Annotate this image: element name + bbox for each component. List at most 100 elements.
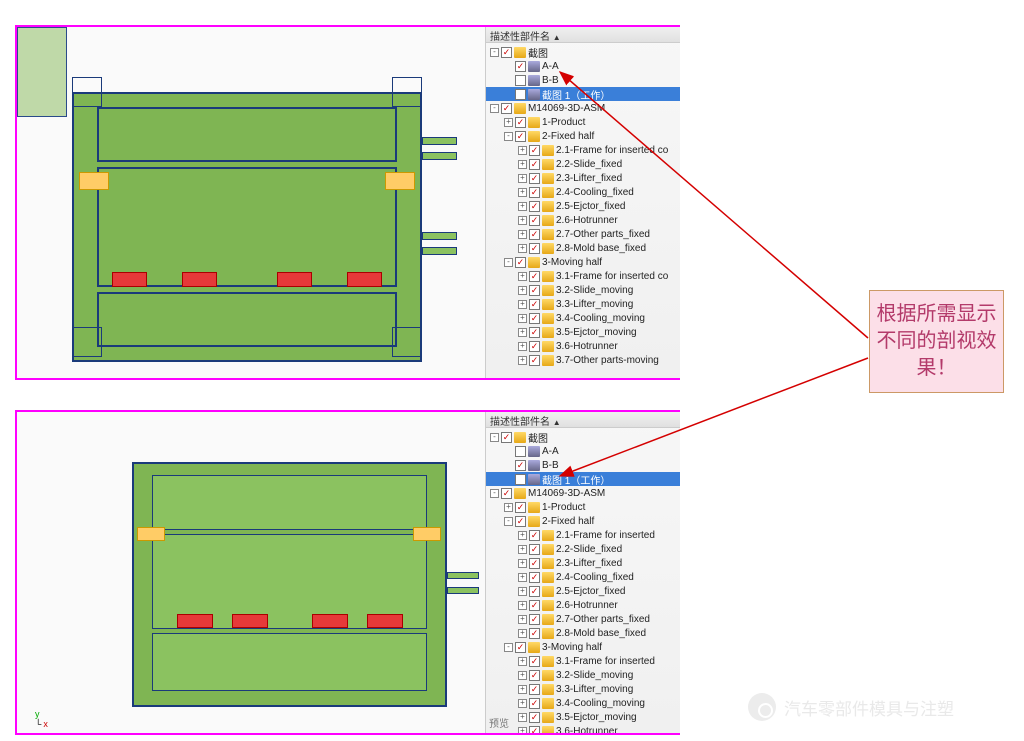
checkbox[interactable]: ✓ [529,698,540,709]
tree-item[interactable]: +✓3.6-Hotrunner [486,724,680,733]
checkbox[interactable]: ✓ [529,327,540,338]
collapse-icon[interactable]: - [490,433,499,442]
tree-item[interactable]: +✓3.6-Hotrunner [486,339,680,353]
tree-item[interactable]: +✓3.1-Frame for inserted co [486,269,680,283]
checkbox[interactable]: ✓ [529,145,540,156]
tree-item[interactable]: +✓2.4-Cooling_fixed [486,185,680,199]
checkbox[interactable]: ✓ [529,684,540,695]
checkbox[interactable]: ✓ [529,600,540,611]
sort-icon[interactable]: ▲ [553,418,561,427]
expand-icon[interactable]: + [518,559,527,568]
expand-icon[interactable]: + [518,685,527,694]
tree-item[interactable]: +✓3.5-Ejctor_moving [486,325,680,339]
tree-item[interactable]: -✓M14069-3D-ASM [486,101,680,115]
checkbox[interactable]: ✓ [529,187,540,198]
tree-item[interactable]: +✓2.7-Other parts_fixed [486,227,680,241]
tree-item[interactable]: +✓3.1-Frame for inserted [486,654,680,668]
checkbox[interactable]: ✓ [501,103,512,114]
tree-item[interactable]: A-A [486,444,680,458]
tree-item[interactable]: +✓3.3-Lifter_moving [486,682,680,696]
checkbox[interactable]: ✓ [529,586,540,597]
expand-icon[interactable]: + [518,146,527,155]
tree-item[interactable]: +✓2.1-Frame for inserted [486,528,680,542]
tree-item[interactable]: +✓2.8-Mold base_fixed [486,626,680,640]
checkbox[interactable]: ✓ [529,656,540,667]
tree-item[interactable]: +✓3.4-Cooling_moving [486,696,680,710]
tree-item[interactable]: +✓2.5-Ejctor_fixed [486,584,680,598]
expand-icon[interactable]: + [518,545,527,554]
checkbox[interactable] [515,89,526,100]
tree-item[interactable]: -✓截图 [486,430,680,444]
tree-item[interactable]: +✓3.4-Cooling_moving [486,311,680,325]
checkbox[interactable]: ✓ [515,257,526,268]
tree-item[interactable]: +✓3.2-Slide_moving [486,668,680,682]
checkbox[interactable]: ✓ [501,47,512,58]
collapse-icon[interactable]: - [504,132,513,141]
expand-icon[interactable]: + [518,356,527,365]
collapse-icon[interactable]: - [504,517,513,526]
expand-icon[interactable]: + [518,587,527,596]
checkbox[interactable]: ✓ [529,670,540,681]
checkbox[interactable]: ✓ [529,355,540,366]
tree-item[interactable]: +✓2.2-Slide_fixed [486,542,680,556]
sort-icon[interactable]: ▲ [553,33,561,42]
expand-icon[interactable]: + [518,531,527,540]
checkbox[interactable]: ✓ [515,117,526,128]
assembly-tree-top[interactable]: 描述性部件名 ▲ -✓截图✓A-AB-B截图 1（工作）-✓M14069-3D-… [485,27,680,378]
expand-icon[interactable]: + [518,188,527,197]
tree-item[interactable]: -✓2-Fixed half [486,129,680,143]
tree-item[interactable]: +✓3.3-Lifter_moving [486,297,680,311]
checkbox[interactable]: ✓ [529,628,540,639]
tree-item[interactable]: -✓M14069-3D-ASM [486,486,680,500]
expand-icon[interactable]: + [518,601,527,610]
checkbox[interactable]: ✓ [515,502,526,513]
tree-item[interactable]: -✓3-Moving half [486,640,680,654]
tree-item[interactable]: +✓3.5-Ejctor_moving [486,710,680,724]
checkbox[interactable]: ✓ [529,614,540,625]
assembly-tree-bottom[interactable]: 描述性部件名 ▲ -✓截图A-A✓B-B截图 1（工作）-✓M14069-3D-… [485,412,680,733]
tree-item[interactable]: +✓2.3-Lifter_fixed [486,556,680,570]
checkbox[interactable]: ✓ [515,460,526,471]
expand-icon[interactable]: + [518,342,527,351]
expand-icon[interactable]: + [518,629,527,638]
checkbox[interactable]: ✓ [501,432,512,443]
tree-item[interactable]: +✓1-Product [486,115,680,129]
expand-icon[interactable]: + [504,118,513,127]
expand-icon[interactable]: + [518,300,527,309]
checkbox[interactable]: ✓ [529,572,540,583]
tree-item[interactable]: +✓3.2-Slide_moving [486,283,680,297]
expand-icon[interactable]: + [518,216,527,225]
checkbox[interactable]: ✓ [529,726,540,734]
checkbox[interactable]: ✓ [529,299,540,310]
tree-item[interactable]: +✓1-Product [486,500,680,514]
tree-item[interactable]: -✓2-Fixed half [486,514,680,528]
expand-icon[interactable]: + [518,272,527,281]
checkbox[interactable]: ✓ [529,558,540,569]
tree-item[interactable]: ✓B-B [486,458,680,472]
tree-item[interactable]: +✓2.7-Other parts_fixed [486,612,680,626]
expand-icon[interactable]: + [518,244,527,253]
checkbox[interactable]: ✓ [515,61,526,72]
checkbox[interactable] [515,75,526,86]
tree-item[interactable]: +✓2.1-Frame for inserted co [486,143,680,157]
checkbox[interactable] [515,474,526,485]
tree-item[interactable]: +✓2.6-Hotrunner [486,213,680,227]
checkbox[interactable]: ✓ [529,159,540,170]
expand-icon[interactable]: + [518,713,527,722]
expand-icon[interactable]: + [518,671,527,680]
tree-item[interactable]: +✓2.8-Mold base_fixed [486,241,680,255]
tree-item[interactable]: +✓2.5-Ejctor_fixed [486,199,680,213]
expand-icon[interactable]: + [518,230,527,239]
tree-item[interactable]: 截图 1（工作） [486,87,680,101]
tree-item[interactable]: -✓3-Moving half [486,255,680,269]
checkbox[interactable]: ✓ [529,285,540,296]
checkbox[interactable] [515,446,526,457]
collapse-icon[interactable]: - [504,643,513,652]
tree-item[interactable]: +✓3.7-Other parts-moving [486,353,680,367]
collapse-icon[interactable]: - [490,104,499,113]
checkbox[interactable]: ✓ [529,530,540,541]
expand-icon[interactable]: + [518,328,527,337]
tree-item[interactable]: +✓2.3-Lifter_fixed [486,171,680,185]
collapse-icon[interactable]: - [490,489,499,498]
checkbox[interactable]: ✓ [529,173,540,184]
